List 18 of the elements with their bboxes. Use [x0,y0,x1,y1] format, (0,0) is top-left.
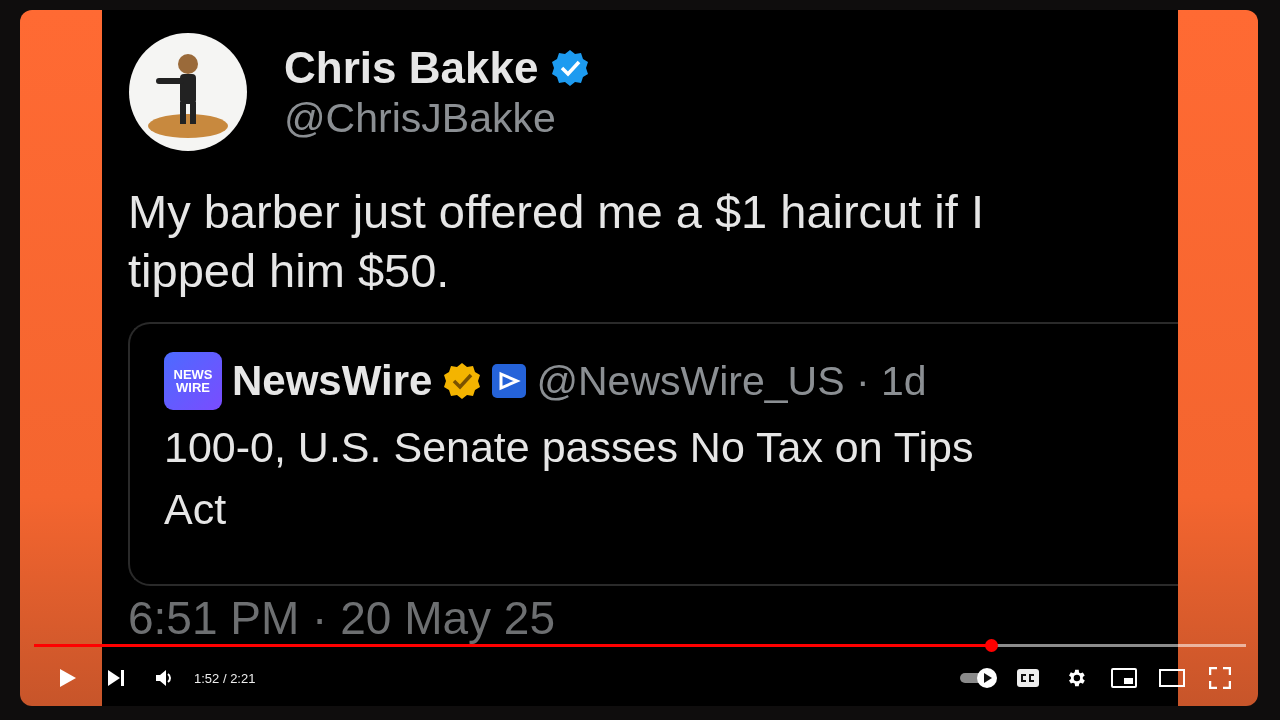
play-icon [59,668,77,688]
author-name: Chris Bakke [284,42,539,93]
volume-icon [155,669,173,687]
time-display: 1:52 / 2:21 [194,670,256,686]
next-icon [107,669,125,687]
quoted-handle: @NewsWire_US · 1d [536,357,927,405]
fullscreen-icon [1209,667,1231,689]
miniplayer-icon [1111,668,1137,688]
tweet-text: My barber just offered me a $1 haircut if I tipped him $50. [128,184,985,299]
author-handle: @ChrisJBakke [284,94,557,142]
tweet-timestamp: 6:51 PM · 20 May 25 [128,594,555,642]
theater-mode-icon [1159,669,1185,687]
quoted-author-name: NewsWire [232,357,433,405]
news-logo: NEWS WIRE [164,352,222,410]
subtitles-icon [1017,669,1039,687]
quoted-tweet-text: 100-0, U.S. Senate passes No Tax on Tips Act [164,422,975,535]
affiliate-badge-icon [492,364,527,398]
toggle-on-icon [960,667,998,689]
